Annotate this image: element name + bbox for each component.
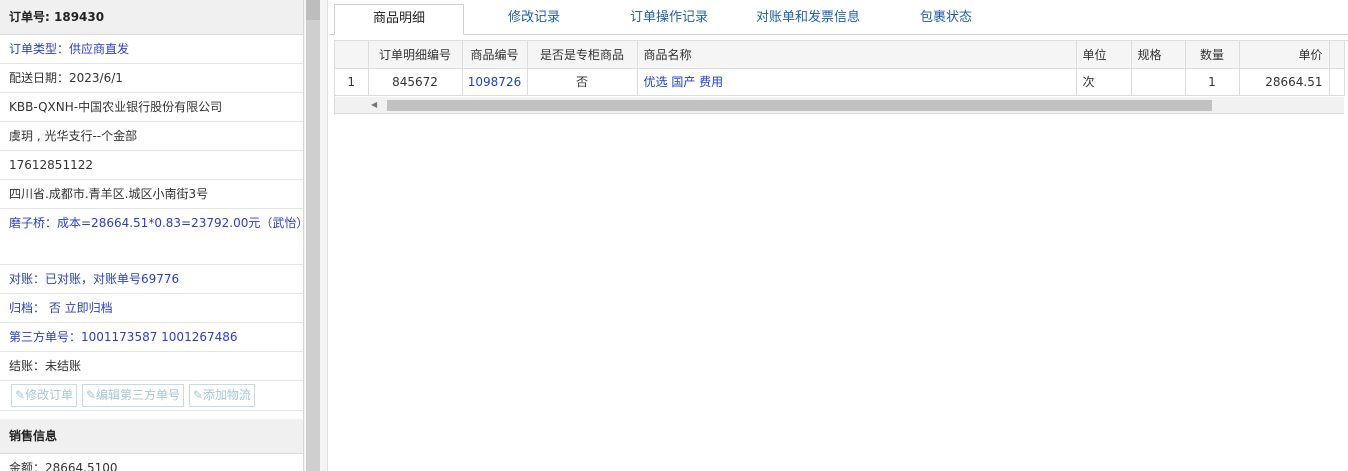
sales-info-header: 销售信息 xyxy=(0,419,303,454)
product-name-link[interactable]: 优选 国产 费用 xyxy=(637,68,1077,96)
edit-third-party-label: 编辑第三方单号 xyxy=(95,388,180,402)
order-type: 订单类型：供应商直发 xyxy=(0,35,303,64)
row-extra xyxy=(1329,68,1345,96)
tab-package-status[interactable]: 包裹状态 xyxy=(891,4,1001,35)
column-header-extra xyxy=(1329,41,1345,69)
edit-order-label: 修改订单 xyxy=(25,388,74,402)
row-index: 1 xyxy=(335,68,369,96)
table-header-row: 订单明细编号 商品编号 是否是专柜商品 商品名称 单位 规格 数量 单价 xyxy=(335,41,1345,69)
column-header[interactable]: 规格 xyxy=(1131,41,1186,69)
add-logistics-button[interactable]: ✎添加物流 xyxy=(188,384,255,407)
third-party-numbers: 第三方单号：1001173587 1001267486 xyxy=(0,323,303,352)
panel-splitter[interactable] xyxy=(304,0,328,471)
horizontal-scrollbar[interactable]: ◀ xyxy=(335,97,1344,114)
delivery-address: 四川省.成都市.青羊区.城区小南街3号 xyxy=(0,180,303,209)
detail-panel: 商品明细 修改记录 订单操作记录 对账单和发票信息 包裹状态 订单明细编号 商品… xyxy=(329,0,1348,471)
column-header[interactable]: 是否是专柜商品 xyxy=(527,41,638,69)
unit: 次 xyxy=(1076,68,1132,96)
column-header[interactable]: 数量 xyxy=(1185,41,1240,69)
action-buttons: ✎修改订单 ✎编辑第三方单号 ✎添加物流 xyxy=(0,381,303,411)
delivery-date: 配送日期：2023/6/1 xyxy=(0,64,303,93)
settlement-status: 结账：未结账 xyxy=(0,352,303,381)
add-logistics-label: 添加物流 xyxy=(202,388,251,402)
archive-label: 归档： xyxy=(9,301,46,315)
spec xyxy=(1131,68,1186,96)
product-grid: 订单明细编号 商品编号 是否是专柜商品 商品名称 单位 规格 数量 单价 1 8… xyxy=(334,40,1348,115)
column-header[interactable]: 商品名称 xyxy=(637,41,1077,69)
order-info-panel: 订单号: 189430 订单类型：供应商直发 配送日期：2023/6/1 KBB… xyxy=(0,0,304,471)
chevron-left-icon[interactable]: ◀ xyxy=(371,100,377,109)
archive-status: 归档： 否 立即归档 xyxy=(0,294,303,323)
column-header xyxy=(335,41,369,69)
product-table: 订单明细编号 商品编号 是否是专柜商品 商品名称 单位 规格 数量 单价 1 8… xyxy=(335,41,1345,96)
column-header[interactable]: 订单明细编号 xyxy=(368,41,463,69)
order-number-label: 订单号: xyxy=(9,10,50,24)
customer-company: KBB-QXNH-中国农业银行股份有限公司 xyxy=(0,93,303,122)
table-row[interactable]: 1 845672 1098726 否 优选 国产 费用 次 1 28664.51 xyxy=(335,68,1345,96)
reconcile-status: 对账：已对账，对账单号69776 xyxy=(0,265,303,294)
tab-product-details[interactable]: 商品明细 xyxy=(334,4,464,35)
splitter-thumb[interactable] xyxy=(306,0,320,20)
sales-amount: 金额：28664.5100 xyxy=(0,454,303,471)
detail-number: 845672 xyxy=(368,68,463,96)
tab-reconcile-invoice[interactable]: 对账单和发票信息 xyxy=(734,4,882,35)
unit-price: 28664.51 xyxy=(1239,68,1330,96)
tab-bar: 商品明细 修改记录 订单操作记录 对账单和发票信息 包裹状态 xyxy=(329,0,1348,35)
order-number-header: 订单号: 189430 xyxy=(0,0,303,35)
edit-icon: ✎ xyxy=(192,388,203,402)
quantity: 1 xyxy=(1185,68,1240,96)
edit-order-button[interactable]: ✎修改订单 xyxy=(11,384,78,407)
column-header[interactable]: 单价 xyxy=(1239,41,1330,69)
counter-product-flag: 否 xyxy=(527,68,638,96)
cost-info: 磨子桥：成本=28664.51*0.83=23792.00元（武怡） xyxy=(0,209,303,265)
column-header[interactable]: 商品编号 xyxy=(462,41,528,69)
scrollbar-thumb[interactable] xyxy=(387,100,1212,111)
tab-order-operations[interactable]: 订单操作记录 xyxy=(604,4,734,35)
customer-phone: 17612851122 xyxy=(0,151,303,180)
edit-third-party-button[interactable]: ✎编辑第三方单号 xyxy=(81,384,184,407)
edit-icon: ✎ xyxy=(15,388,26,402)
edit-icon: ✎ xyxy=(85,388,96,402)
tab-change-log[interactable]: 修改记录 xyxy=(479,4,589,35)
product-number-link[interactable]: 1098726 xyxy=(462,68,528,96)
column-header[interactable]: 单位 xyxy=(1076,41,1132,69)
order-number: 189430 xyxy=(54,10,105,24)
archive-link[interactable]: 否 立即归档 xyxy=(49,301,113,315)
splitter-scrollbar[interactable] xyxy=(306,0,320,471)
customer-branch: 虞玥 , 光华支行--个金部 xyxy=(0,122,303,151)
